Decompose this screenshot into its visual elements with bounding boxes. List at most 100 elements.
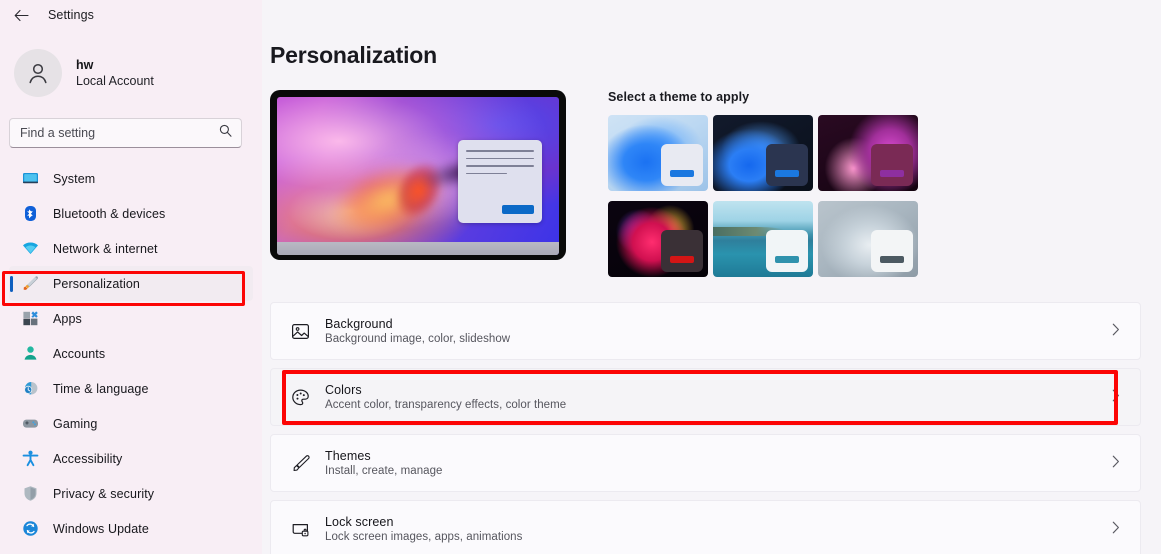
bluetooth-icon (22, 205, 39, 222)
sidebar-item-accessibility[interactable]: Accessibility (9, 441, 253, 476)
sidebar-item-system[interactable]: System (9, 161, 253, 196)
paintbrush-icon (22, 275, 39, 292)
theme-picker-label: Select a theme to apply (608, 90, 750, 104)
theme-top-row: Select a theme to apply (262, 69, 1161, 277)
settings-row-title: Themes (325, 449, 371, 463)
chevron-right-icon (1112, 323, 1124, 339)
settings-row-colors[interactable]: Colors Accent color, transparency effect… (270, 368, 1141, 426)
mock-line (466, 172, 507, 175)
paintbrush-icon (285, 454, 315, 473)
theme-accent-swatch (775, 256, 799, 263)
sidebar-item-gaming[interactable]: Gaming (9, 406, 253, 441)
sidebar-nav: System Bluetooth & devices Network & int… (0, 161, 262, 546)
settings-row-text: Background Background image, color, slid… (325, 317, 1112, 345)
sidebar-item-label: Windows Update (53, 521, 149, 536)
shield-icon (22, 485, 39, 502)
account-icon (22, 345, 39, 362)
sidebar-item-label: Time & language (53, 381, 149, 396)
app-title: Settings (48, 8, 94, 22)
settings-row-text: Lock screen Lock screen images, apps, an… (325, 515, 1112, 543)
back-button[interactable] (10, 4, 32, 26)
sidebar-item-label: Privacy & security (53, 486, 155, 501)
account-type: Local Account (76, 74, 154, 88)
update-icon (22, 520, 39, 537)
mock-line (466, 157, 534, 160)
theme-option[interactable] (608, 115, 708, 191)
search-container (0, 102, 262, 148)
settings-row-subtitle: Background image, color, slideshow (325, 333, 511, 345)
theme-option[interactable] (818, 115, 918, 191)
theme-option[interactable] (713, 201, 813, 277)
settings-row-themes[interactable]: Themes Install, create, manage (270, 434, 1141, 492)
sidebar-item-label: System (53, 171, 96, 186)
preview-screen (277, 97, 559, 255)
theme-mock-window (871, 144, 913, 186)
account-text: hw Local Account (76, 58, 154, 88)
theme-picker: Select a theme to apply (608, 90, 918, 277)
sidebar-item-label: Accounts (53, 346, 106, 361)
wallpaper-swirl-orange (321, 150, 455, 250)
sidebar-item-label: Network & internet (53, 241, 158, 256)
title-bar: Settings (0, 0, 262, 30)
avatar (14, 49, 62, 97)
sidebar-item-privacy-security[interactable]: Privacy & security (9, 476, 253, 511)
main-content: Personalization Select a theme to apply … (262, 0, 1161, 554)
page-title: Personalization (270, 42, 437, 68)
chevron-right-icon (1112, 521, 1124, 537)
lock-screen-icon (285, 520, 315, 539)
theme-accent-swatch (880, 256, 904, 263)
accessibility-icon (22, 450, 39, 467)
settings-row-title: Colors (325, 383, 362, 397)
sidebar-item-accounts[interactable]: Accounts (9, 336, 253, 371)
theme-mock-window (661, 230, 703, 272)
theme-option[interactable] (608, 201, 708, 277)
account-name: hw (76, 58, 94, 72)
settings-row-subtitle: Accent color, transparency effects, colo… (325, 399, 567, 411)
theme-accent-swatch (670, 256, 694, 263)
sidebar: Settings hw Local Account Find a setting… (0, 0, 262, 554)
sidebar-item-label: Accessibility (53, 451, 123, 466)
settings-row-text: Colors Accent color, transparency effect… (325, 383, 1112, 411)
settings-row-lock-screen[interactable]: Lock screen Lock screen images, apps, an… (270, 500, 1141, 554)
sidebar-item-label: Gaming (53, 416, 98, 431)
theme-accent-swatch (880, 170, 904, 177)
search-input[interactable] (20, 126, 231, 140)
theme-option[interactable] (713, 115, 813, 191)
account-block[interactable]: hw Local Account (0, 30, 262, 102)
sidebar-item-personalization[interactable]: Personalization (9, 266, 253, 301)
theme-mock-window (766, 144, 808, 186)
palette-icon (285, 388, 315, 407)
settings-row-text: Themes Install, create, manage (325, 449, 1112, 477)
wifi-icon (22, 240, 39, 257)
settings-row-title: Background (325, 317, 393, 331)
current-theme-preview[interactable] (270, 90, 566, 260)
theme-mock-window (766, 230, 808, 272)
sidebar-item-label: Bluetooth & devices (53, 206, 166, 221)
theme-accent-swatch (775, 170, 799, 177)
chevron-right-icon (1112, 455, 1124, 471)
sidebar-item-label: Apps (53, 311, 82, 326)
theme-grid (608, 115, 918, 277)
sidebar-item-windows-update[interactable]: Windows Update (9, 511, 253, 546)
theme-option[interactable] (818, 201, 918, 277)
mock-line (466, 150, 534, 152)
settings-row-subtitle: Lock screen images, apps, animations (325, 531, 523, 543)
search-icon (219, 124, 232, 142)
sidebar-item-time-language[interactable]: Time & language (9, 371, 253, 406)
settings-list: Background Background image, color, slid… (262, 277, 1161, 554)
settings-window: Settings hw Local Account Find a setting… (0, 0, 1161, 554)
gamepad-icon (22, 415, 39, 432)
sidebar-item-bluetooth-devices[interactable]: Bluetooth & devices (9, 196, 253, 231)
mock-line (466, 165, 534, 167)
sidebar-item-label: Personalization (53, 276, 140, 291)
apps-icon (22, 310, 39, 327)
mock-accent-button (502, 205, 534, 214)
settings-row-subtitle: Install, create, manage (325, 465, 443, 477)
sidebar-item-network-internet[interactable]: Network & internet (9, 231, 253, 266)
search-box[interactable] (9, 118, 242, 148)
theme-mock-window (871, 230, 913, 272)
monitor-icon (22, 170, 39, 187)
settings-row-background[interactable]: Background Background image, color, slid… (270, 302, 1141, 360)
theme-accent-swatch (670, 170, 694, 177)
sidebar-item-apps[interactable]: Apps (9, 301, 253, 336)
